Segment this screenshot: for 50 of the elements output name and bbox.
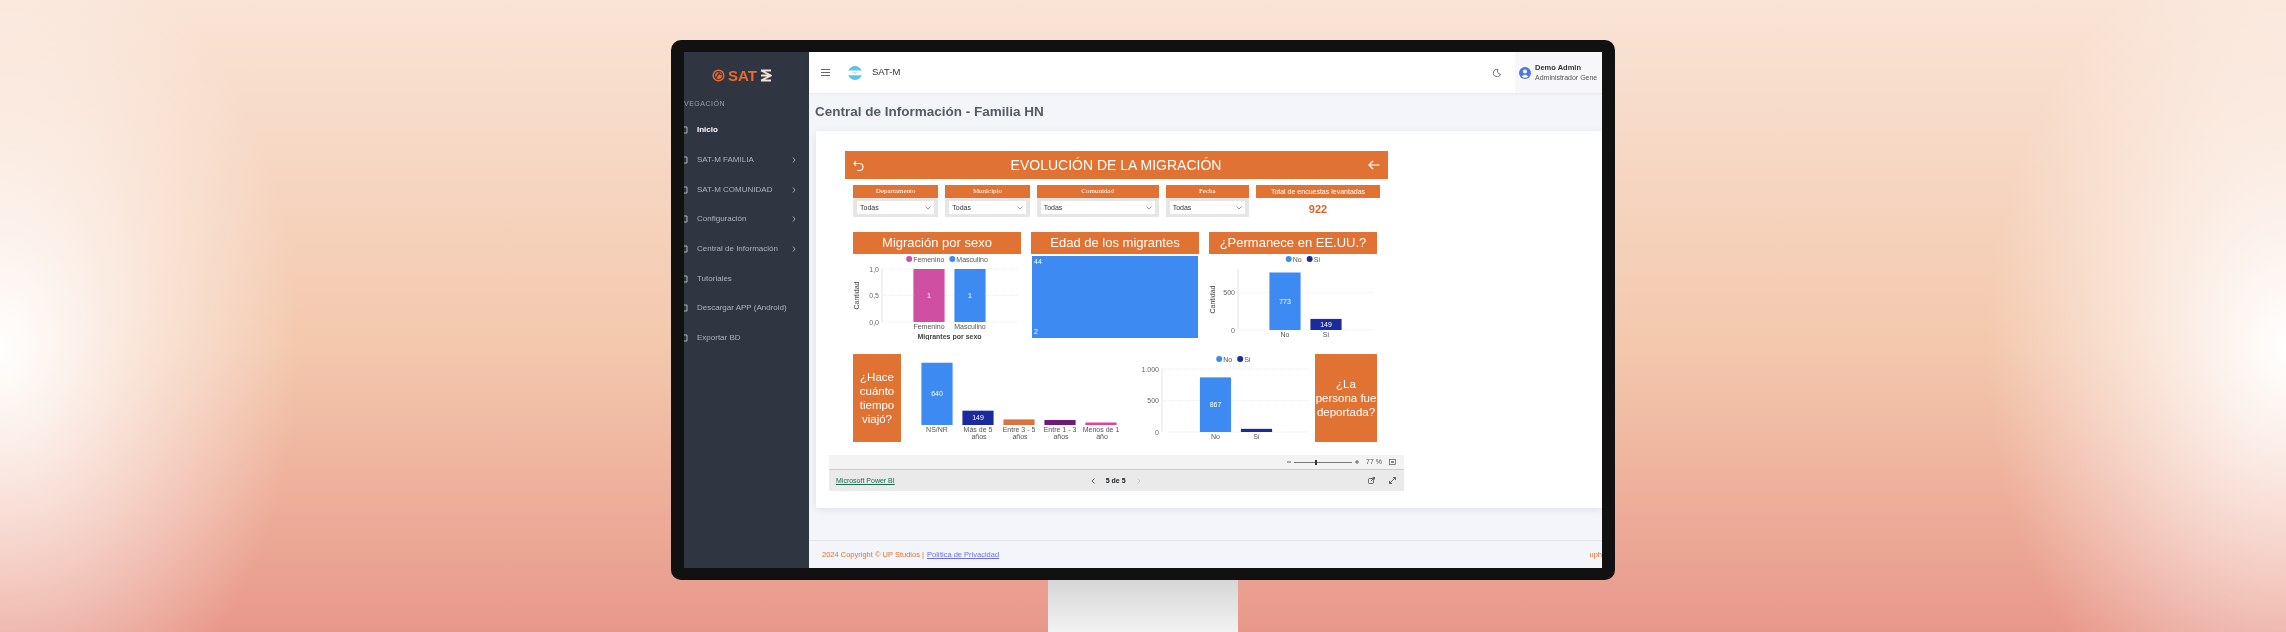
- zoom-slider[interactable]: [1294, 459, 1353, 465]
- menu-item[interactable]: SAT-M COMUNIDAD: [697, 183, 773, 196]
- chevron-down-icon: [1236, 205, 1242, 210]
- panel-title: Migración por sexo: [853, 232, 1021, 255]
- fit-page-icon[interactable]: [1389, 459, 1396, 466]
- menu-icon[interactable]: [821, 69, 830, 76]
- menu-item[interactable]: Configuración: [697, 213, 747, 226]
- page-title: Central de Información - Familia HN: [814, 103, 1045, 121]
- slider-thumb[interactable]: [1315, 459, 1318, 465]
- brand-name: SAT-M: [872, 65, 901, 80]
- bar[interactable]: [1240, 429, 1273, 433]
- share-icon[interactable]: [1368, 477, 1375, 485]
- report-title: EVOLUCIÓN DE LA MIGRACIÓN: [1010, 155, 1222, 175]
- menu-item-icon: [684, 334, 688, 343]
- logo-mark-icon: [759, 69, 772, 82]
- logo-figure-icon: [712, 69, 725, 82]
- menu-item-icon: [684, 156, 688, 165]
- menu-item-icon: [684, 185, 688, 194]
- menu-item[interactable]: Central de Información: [697, 243, 778, 256]
- total-value: 922: [1307, 202, 1329, 218]
- menu-item-icon: [684, 304, 688, 313]
- moon-icon[interactable]: [1493, 68, 1501, 77]
- avatar-icon: [1519, 66, 1531, 79]
- menu-item[interactable]: Descargar APP (Android): [697, 302, 787, 315]
- undo-arrow-icon[interactable]: [853, 159, 864, 171]
- prev-page-icon[interactable]: [1090, 477, 1095, 484]
- minus-icon[interactable]: [1287, 460, 1292, 465]
- chevron-down-icon: [925, 205, 932, 210]
- bar[interactable]: [1310, 319, 1342, 331]
- panel-title: Edad de los migrantes: [1031, 232, 1199, 255]
- menu-item-icon: [684, 245, 688, 254]
- question-label: ¿La persona fue deportada?: [1315, 354, 1377, 443]
- menu-item-icon: [684, 126, 688, 135]
- bar[interactable]: [1044, 420, 1076, 426]
- menu-item[interactable]: Inicio: [697, 124, 718, 137]
- chevron-down-icon: [1016, 205, 1023, 210]
- menu-item[interactable]: Exportar BD: [697, 332, 741, 345]
- logo-text: SAT: [728, 68, 757, 83]
- chevron-down-icon: [1145, 205, 1152, 210]
- plus-icon[interactable]: [1355, 460, 1360, 465]
- bar[interactable]: [962, 410, 994, 426]
- back-arrow-icon[interactable]: [1368, 160, 1380, 171]
- flag-icon: [848, 65, 862, 80]
- expand-icon[interactable]: [1389, 477, 1396, 485]
- menu-item[interactable]: Tutoriales: [697, 272, 732, 285]
- menu-item-icon: [684, 274, 688, 283]
- panel-title: ¿Permanece en EE.UU.?: [1209, 232, 1377, 255]
- menu-item[interactable]: SAT-M FAMILIA: [697, 154, 754, 167]
- question-label: ¿Hace cuánto tiempo viajó?: [853, 354, 901, 443]
- menu-item-icon: [684, 215, 688, 224]
